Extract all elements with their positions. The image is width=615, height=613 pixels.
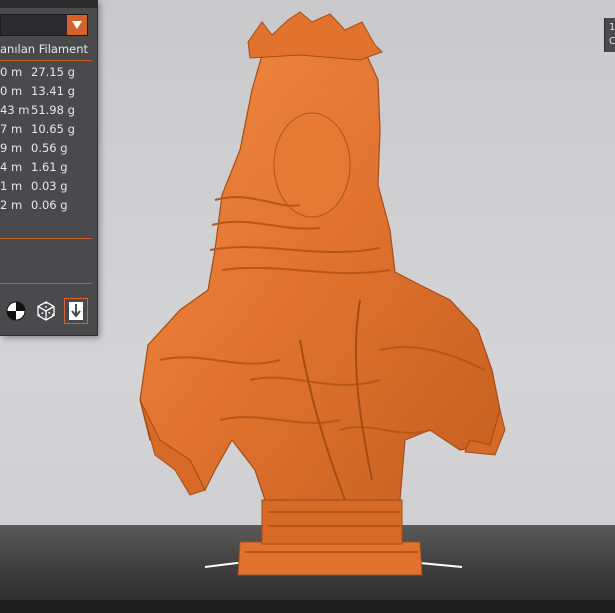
right-info-widget: 1 C bbox=[604, 18, 615, 52]
filament-length: 2 m bbox=[0, 198, 23, 212]
right-widget-line2: C bbox=[609, 36, 615, 47]
filament-weight: 10.65 g bbox=[31, 122, 75, 136]
model-base bbox=[237, 541, 423, 576]
filament-weight: 13.41 g bbox=[31, 84, 75, 98]
model-base-step bbox=[261, 499, 403, 545]
filament-weight: 51.98 g bbox=[31, 103, 75, 117]
view-divider bbox=[0, 283, 92, 284]
stats-row: 0 m 27.15 g bbox=[0, 65, 97, 83]
view-buttons bbox=[4, 298, 92, 328]
chevron-down-icon[interactable] bbox=[67, 15, 87, 35]
center-view-icon[interactable] bbox=[4, 298, 28, 324]
model-crown bbox=[247, 11, 383, 61]
filament-length: 7 m bbox=[0, 122, 23, 136]
stats-row: 4 m 1.61 g bbox=[0, 160, 97, 178]
header-divider bbox=[0, 60, 92, 61]
stats-divider bbox=[0, 238, 92, 239]
slice-info-panel: anılan Filament 0 m 27.15 g 0 m 13.41 g … bbox=[0, 0, 98, 336]
filament-weight: 27.15 g bbox=[31, 65, 75, 79]
filament-weight: 1.61 g bbox=[31, 160, 68, 174]
model-face bbox=[273, 112, 351, 218]
filament-weight: 0.56 g bbox=[31, 141, 68, 155]
stats-row: 9 m 0.56 g bbox=[0, 141, 97, 159]
stats-row: 43 m 51.98 g bbox=[0, 103, 97, 121]
right-widget-line1: 1 bbox=[609, 22, 615, 33]
filament-length: 0 m bbox=[0, 84, 23, 98]
stats-row: 0 m 13.41 g bbox=[0, 84, 97, 102]
stats-row: 1 m 0.03 g bbox=[0, 179, 97, 197]
panel-titlebar bbox=[0, 0, 97, 8]
filament-weight: 0.06 g bbox=[31, 198, 68, 212]
model-torso bbox=[139, 27, 501, 501]
filament-column-header: anılan Filament bbox=[0, 42, 89, 56]
filament-length: 0 m bbox=[0, 65, 23, 79]
stats-row: 7 m 10.65 g bbox=[0, 122, 97, 140]
download-icon[interactable] bbox=[64, 298, 88, 324]
filament-length: 43 m bbox=[0, 103, 30, 117]
filament-length: 4 m bbox=[0, 160, 23, 174]
3d-view-icon[interactable] bbox=[34, 298, 58, 324]
bed-marker-right bbox=[419, 562, 463, 568]
stats-row: 2 m 0.06 g bbox=[0, 198, 97, 216]
filament-length: 1 m bbox=[0, 179, 23, 193]
filament-weight: 0.03 g bbox=[31, 179, 68, 193]
material-dropdown[interactable] bbox=[0, 14, 88, 36]
filament-length: 9 m bbox=[0, 141, 23, 155]
